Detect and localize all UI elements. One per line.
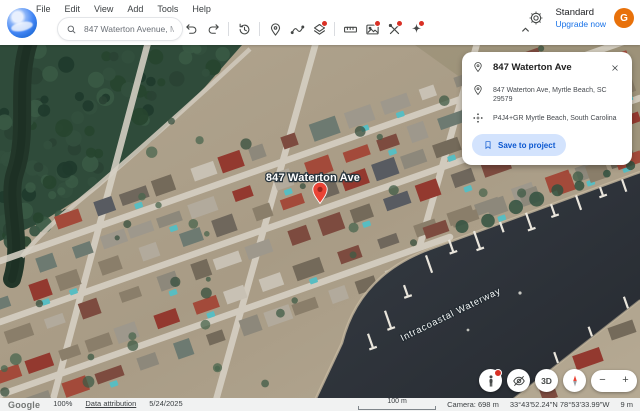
history-clock-icon <box>237 22 252 37</box>
redo-icon <box>206 22 221 37</box>
undo-button[interactable] <box>180 18 202 40</box>
menu-edit[interactable]: Edit <box>63 3 83 15</box>
account-area: Standard Upgrade now G <box>525 7 634 30</box>
image-icon <box>365 22 380 37</box>
cursor-coordinates: 33°43'52.24"N 78°53'33.99"W <box>510 400 610 411</box>
plan-info: Standard Upgrade now <box>555 7 606 30</box>
data-attribution-link[interactable]: Data attribution <box>85 399 136 410</box>
menu-help[interactable]: Help <box>190 3 213 15</box>
plus-code-row: P4J4+GR Myrtle Beach, South Carolina <box>472 112 622 124</box>
menu-bar: File Edit View Add Tools Help <box>34 3 213 15</box>
gear-icon <box>528 10 544 26</box>
placemark-pin-icon <box>268 22 283 37</box>
crossed-tools-icon <box>387 22 402 37</box>
menu-file[interactable]: File <box>34 3 53 15</box>
eye-off-icon <box>512 374 526 388</box>
draw-path-button[interactable] <box>286 18 308 40</box>
sparkle-button[interactable] <box>405 18 427 40</box>
photo-overlay-button[interactable] <box>361 18 383 40</box>
camera-altitude: Camera: 698 m <box>447 400 499 411</box>
google-earth-app: Intracoastal Waterway 847 Waterton Ave 8… <box>0 0 640 411</box>
layers-icon <box>312 22 327 37</box>
save-to-project-button[interactable]: Save to project <box>472 134 566 156</box>
google-wordmark: Google <box>8 400 40 410</box>
location-pin-icon <box>472 84 484 96</box>
plan-name: Standard <box>555 7 606 19</box>
ground-elevation: 9 m <box>620 400 633 411</box>
status-bar: Google 100% Data attribution 5/24/2025 1… <box>0 398 640 411</box>
address-text: 847 Waterton Ave, Myrtle Beach, SC 29579 <box>493 84 622 104</box>
map-viewport[interactable]: Intracoastal Waterway 847 Waterton Ave 8… <box>0 45 640 411</box>
app-header: File Edit View Add Tools Help <box>0 0 640 45</box>
imagery-zoom-percent: 100% <box>53 399 72 410</box>
menu-tools[interactable]: Tools <box>155 3 180 15</box>
place-card-title: 847 Waterton Ave <box>493 61 599 73</box>
search-input[interactable] <box>82 23 176 35</box>
plus-code-text: P4J4+GR Myrtle Beach, South Carolina <box>493 112 622 123</box>
address-row: 847 Waterton Ave, Myrtle Beach, SC 29579 <box>472 84 622 104</box>
map-controls: 3D − + <box>479 369 637 392</box>
3d-toggle-button[interactable]: 3D <box>535 369 558 392</box>
google-earth-logo <box>7 8 37 38</box>
scale-bar: 100 m <box>358 398 436 410</box>
menu-view[interactable]: View <box>92 3 115 15</box>
account-avatar[interactable]: G <box>614 8 634 28</box>
search-bar <box>57 17 183 41</box>
settings-button[interactable] <box>525 7 547 29</box>
pin-label: 847 Waterton Ave <box>266 172 360 184</box>
place-card: 847 Waterton Ave 847 Waterton Ave, Myrtl… <box>462 52 632 165</box>
path-squiggle-icon <box>290 22 305 37</box>
pegman-icon <box>484 374 498 388</box>
compass-button[interactable] <box>563 369 586 392</box>
redo-button[interactable] <box>202 18 224 40</box>
undo-icon <box>184 22 199 37</box>
tools-button[interactable] <box>383 18 405 40</box>
toolbar <box>180 17 427 41</box>
menu-add[interactable]: Add <box>125 3 145 15</box>
zoom-control: − + <box>591 370 637 392</box>
upgrade-link[interactable]: Upgrade now <box>555 19 606 30</box>
street-view-pegman-button[interactable] <box>479 369 502 392</box>
close-icon[interactable] <box>608 61 622 75</box>
layers-button[interactable] <box>308 18 330 40</box>
zoom-in-button[interactable]: + <box>622 375 628 386</box>
add-placemark-button[interactable] <box>264 18 286 40</box>
historical-imagery-button[interactable] <box>233 18 255 40</box>
measure-button[interactable] <box>339 18 361 40</box>
zoom-out-button[interactable]: − <box>599 375 605 386</box>
location-pin-icon <box>472 61 484 73</box>
compass-needle-icon <box>568 374 582 388</box>
imagery-date: 5/24/2025 <box>149 399 182 410</box>
search-icon <box>66 24 77 35</box>
plus-code-icon <box>472 112 484 124</box>
bookmark-icon <box>483 140 493 150</box>
sparkle-icon <box>409 22 424 37</box>
hide-clean-map-button[interactable] <box>507 369 530 392</box>
ruler-icon <box>343 22 358 37</box>
